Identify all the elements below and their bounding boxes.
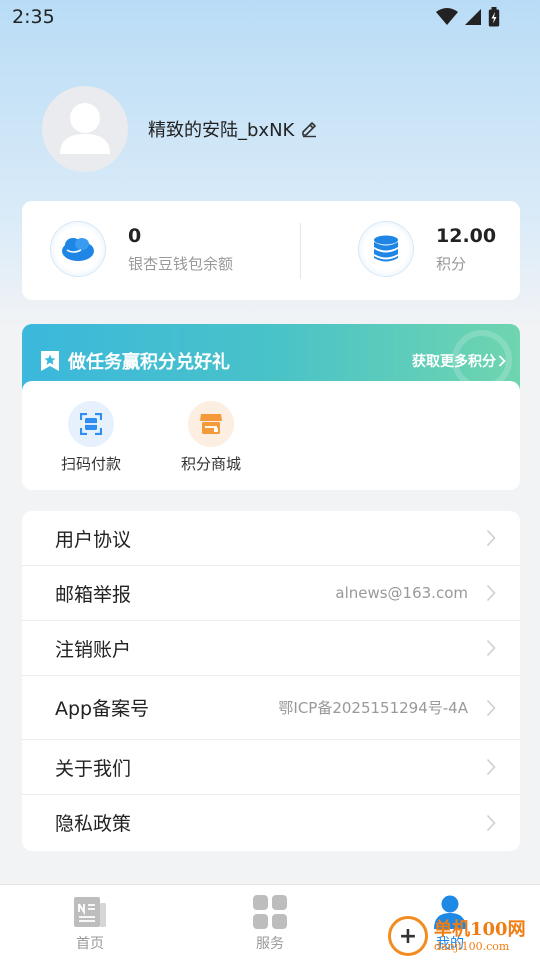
store-icon-wrap	[188, 401, 234, 447]
points-value: 12.00	[436, 224, 497, 247]
status-time: 2:35	[12, 6, 55, 28]
tab-services[interactable]: 服务	[225, 895, 315, 953]
grid-icon	[253, 895, 287, 929]
wallet-balance[interactable]: 0 银杏豆钱包余额	[50, 221, 233, 277]
services-card: 扫码付款 积分商城	[22, 381, 520, 490]
tab-home[interactable]: 首页	[45, 895, 135, 953]
service-points-mall[interactable]: 积分商城	[171, 401, 251, 474]
menu-item-email-report[interactable]: 邮箱举报 alnews@163.com	[22, 566, 520, 621]
news-icon	[74, 897, 106, 927]
more-points-label: 获取更多积分	[412, 354, 496, 370]
scan-icon-wrap	[68, 401, 114, 447]
chevron-right-icon	[486, 699, 496, 716]
menu-item-app-filing[interactable]: App备案号 鄂ICP备2025151294号-4A	[22, 676, 520, 740]
service-label: 积分商城	[180, 455, 241, 473]
service-scan-pay[interactable]: 扫码付款	[51, 401, 131, 474]
menu-value: alnews@163.com	[335, 584, 468, 602]
avatar[interactable]	[42, 86, 128, 172]
menu-value: 鄂ICP备2025151294号-4A	[278, 699, 468, 717]
service-label: 扫码付款	[60, 455, 121, 473]
signal-icon	[465, 9, 481, 25]
settings-menu: 用户协议 邮箱举报 alnews@163.com 注销账户 App备案号 鄂IC…	[22, 511, 520, 851]
wifi-icon	[436, 8, 458, 25]
chevron-right-icon	[486, 584, 496, 602]
points-icon-wrap	[358, 221, 414, 277]
balance-label: 银杏豆钱包余额	[128, 254, 234, 273]
scan-icon	[80, 413, 102, 435]
site-watermark: + 单机100网 danji100.com	[388, 912, 540, 960]
username-row[interactable]: 精致的安陆_bxNK	[148, 116, 318, 142]
username: 精致的安陆_bxNK	[148, 120, 295, 141]
store-icon	[200, 414, 222, 434]
wallet-icon-wrap	[50, 221, 106, 277]
balance-value: 0	[128, 224, 142, 247]
chevron-right-icon	[498, 355, 506, 367]
default-avatar-icon	[60, 103, 110, 154]
status-icons	[436, 7, 500, 27]
edit-icon[interactable]	[300, 120, 318, 138]
tab-label: 服务	[256, 936, 284, 952]
watermark-logo-icon: +	[388, 916, 428, 956]
menu-item-about-us[interactable]: 关于我们	[22, 740, 520, 795]
wallet-card: 0 银杏豆钱包余额 12.00 积分	[22, 201, 520, 300]
menu-item-privacy-policy[interactable]: 隐私政策	[22, 795, 520, 850]
points-label: 积分	[436, 254, 467, 273]
status-bar: 2:35	[0, 0, 540, 36]
more-points-link[interactable]: 获取更多积分	[412, 351, 506, 371]
chevron-right-icon	[486, 814, 496, 831]
menu-label: 隐私政策	[55, 813, 132, 835]
task-title-row: 做任务赢积分兑好礼	[40, 348, 230, 374]
chevron-right-icon	[486, 639, 496, 657]
divider	[300, 223, 301, 279]
menu-label: 用户协议	[55, 528, 132, 551]
database-coins-icon	[374, 235, 398, 262]
star-bookmark-icon	[41, 351, 59, 371]
task-title: 做任务赢积分兑好礼	[68, 352, 230, 373]
menu-item-delete-account[interactable]: 注销账户	[22, 621, 520, 676]
chevron-right-icon	[486, 529, 496, 547]
battery-icon	[488, 7, 500, 27]
wallet-points[interactable]: 12.00 积分	[358, 221, 496, 277]
cloud-wallet-icon	[62, 238, 94, 261]
chevron-right-icon	[486, 758, 496, 776]
profile-header[interactable]: 精致的安陆_bxNK	[42, 86, 318, 172]
menu-label: 邮箱举报	[55, 583, 132, 606]
menu-label: 注销账户	[55, 638, 132, 661]
menu-item-user-agreement[interactable]: 用户协议	[22, 511, 520, 566]
tab-label: 首页	[76, 936, 104, 952]
menu-label: App备案号	[55, 698, 150, 720]
menu-label: 关于我们	[55, 757, 132, 780]
watermark-url: danji100.com	[434, 939, 510, 953]
watermark-name: 单机100网	[434, 918, 526, 940]
